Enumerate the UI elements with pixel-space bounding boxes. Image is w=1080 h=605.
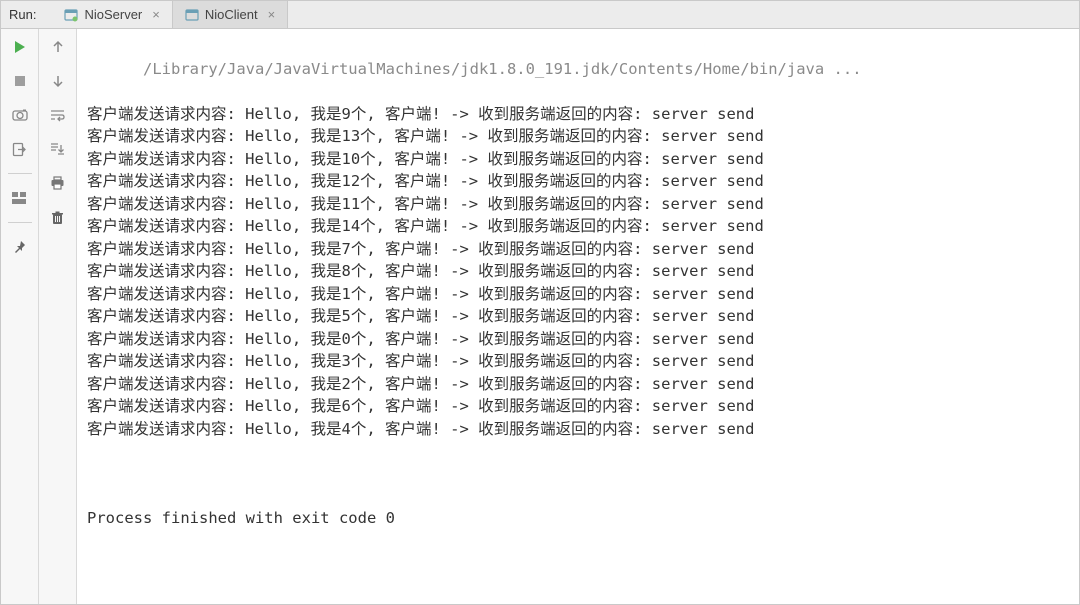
tab-nioserver[interactable]: NioServer ×: [52, 1, 172, 28]
console-line: 客户端发送请求内容: Hello, 我是0个, 客户端! -> 收到服务端返回的…: [87, 328, 1069, 351]
console-line: 客户端发送请求内容: Hello, 我是14个, 客户端! -> 收到服务端返回…: [87, 215, 1069, 238]
separator: [8, 222, 32, 223]
console-line: 客户端发送请求内容: Hello, 我是9个, 客户端! -> 收到服务端返回的…: [87, 103, 1069, 126]
stop-button[interactable]: [8, 69, 32, 93]
console-line: 客户端发送请求内容: Hello, 我是1个, 客户端! -> 收到服务端返回的…: [87, 283, 1069, 306]
console-line: 客户端发送请求内容: Hello, 我是3个, 客户端! -> 收到服务端返回的…: [87, 350, 1069, 373]
console-line: 客户端发送请求内容: Hello, 我是13个, 客户端! -> 收到服务端返回…: [87, 125, 1069, 148]
console-exit-message: Process finished with exit code 0: [87, 507, 1069, 530]
run-tabs: NioServer × NioClient ×: [52, 1, 288, 28]
run-top-bar: Run: NioServer × NioClient ×: [1, 1, 1079, 29]
console-line: 客户端发送请求内容: Hello, 我是4个, 客户端! -> 收到服务端返回的…: [87, 418, 1069, 441]
previous-button[interactable]: [46, 35, 70, 59]
toolbar-left: [1, 29, 39, 604]
soft-wrap-button[interactable]: [46, 103, 70, 127]
run-label: Run:: [9, 7, 36, 22]
console-output[interactable]: /Library/Java/JavaVirtualMachines/jdk1.8…: [77, 29, 1079, 604]
close-icon[interactable]: ×: [152, 7, 160, 22]
next-button[interactable]: [46, 69, 70, 93]
console-command: /Library/Java/JavaVirtualMachines/jdk1.8…: [143, 60, 862, 78]
dump-threads-button[interactable]: [8, 103, 32, 127]
console-line: 客户端发送请求内容: Hello, 我是5个, 客户端! -> 收到服务端返回的…: [87, 305, 1069, 328]
console-line: 客户端发送请求内容: Hello, 我是7个, 客户端! -> 收到服务端返回的…: [87, 238, 1069, 261]
close-icon[interactable]: ×: [268, 7, 276, 22]
tab-label: NioClient: [205, 7, 258, 22]
console-line: 客户端发送请求内容: Hello, 我是10个, 客户端! -> 收到服务端返回…: [87, 148, 1069, 171]
toolbar-right: [39, 29, 77, 604]
pin-button[interactable]: [8, 235, 32, 259]
run-tool-window: Run: NioServer × NioClient ×: [0, 0, 1080, 605]
exit-button[interactable]: [8, 137, 32, 161]
console-line: 客户端发送请求内容: Hello, 我是8个, 客户端! -> 收到服务端返回的…: [87, 260, 1069, 283]
app-icon: [64, 8, 78, 22]
app-icon: [185, 8, 199, 22]
layout-button[interactable]: [8, 186, 32, 210]
console-line: 客户端发送请求内容: Hello, 我是11个, 客户端! -> 收到服务端返回…: [87, 193, 1069, 216]
tab-label: NioServer: [84, 7, 142, 22]
run-body: /Library/Java/JavaVirtualMachines/jdk1.8…: [1, 29, 1079, 604]
console-line: 客户端发送请求内容: Hello, 我是12个, 客户端! -> 收到服务端返回…: [87, 170, 1069, 193]
console-lines: 客户端发送请求内容: Hello, 我是9个, 客户端! -> 收到服务端返回的…: [87, 103, 1069, 441]
print-button[interactable]: [46, 171, 70, 195]
rerun-button[interactable]: [8, 35, 32, 59]
separator: [8, 173, 32, 174]
clear-all-button[interactable]: [46, 205, 70, 229]
console-line: 客户端发送请求内容: Hello, 我是6个, 客户端! -> 收到服务端返回的…: [87, 395, 1069, 418]
tab-nioclient[interactable]: NioClient ×: [173, 1, 288, 28]
scroll-to-end-button[interactable]: [46, 137, 70, 161]
console-line: 客户端发送请求内容: Hello, 我是2个, 客户端! -> 收到服务端返回的…: [87, 373, 1069, 396]
